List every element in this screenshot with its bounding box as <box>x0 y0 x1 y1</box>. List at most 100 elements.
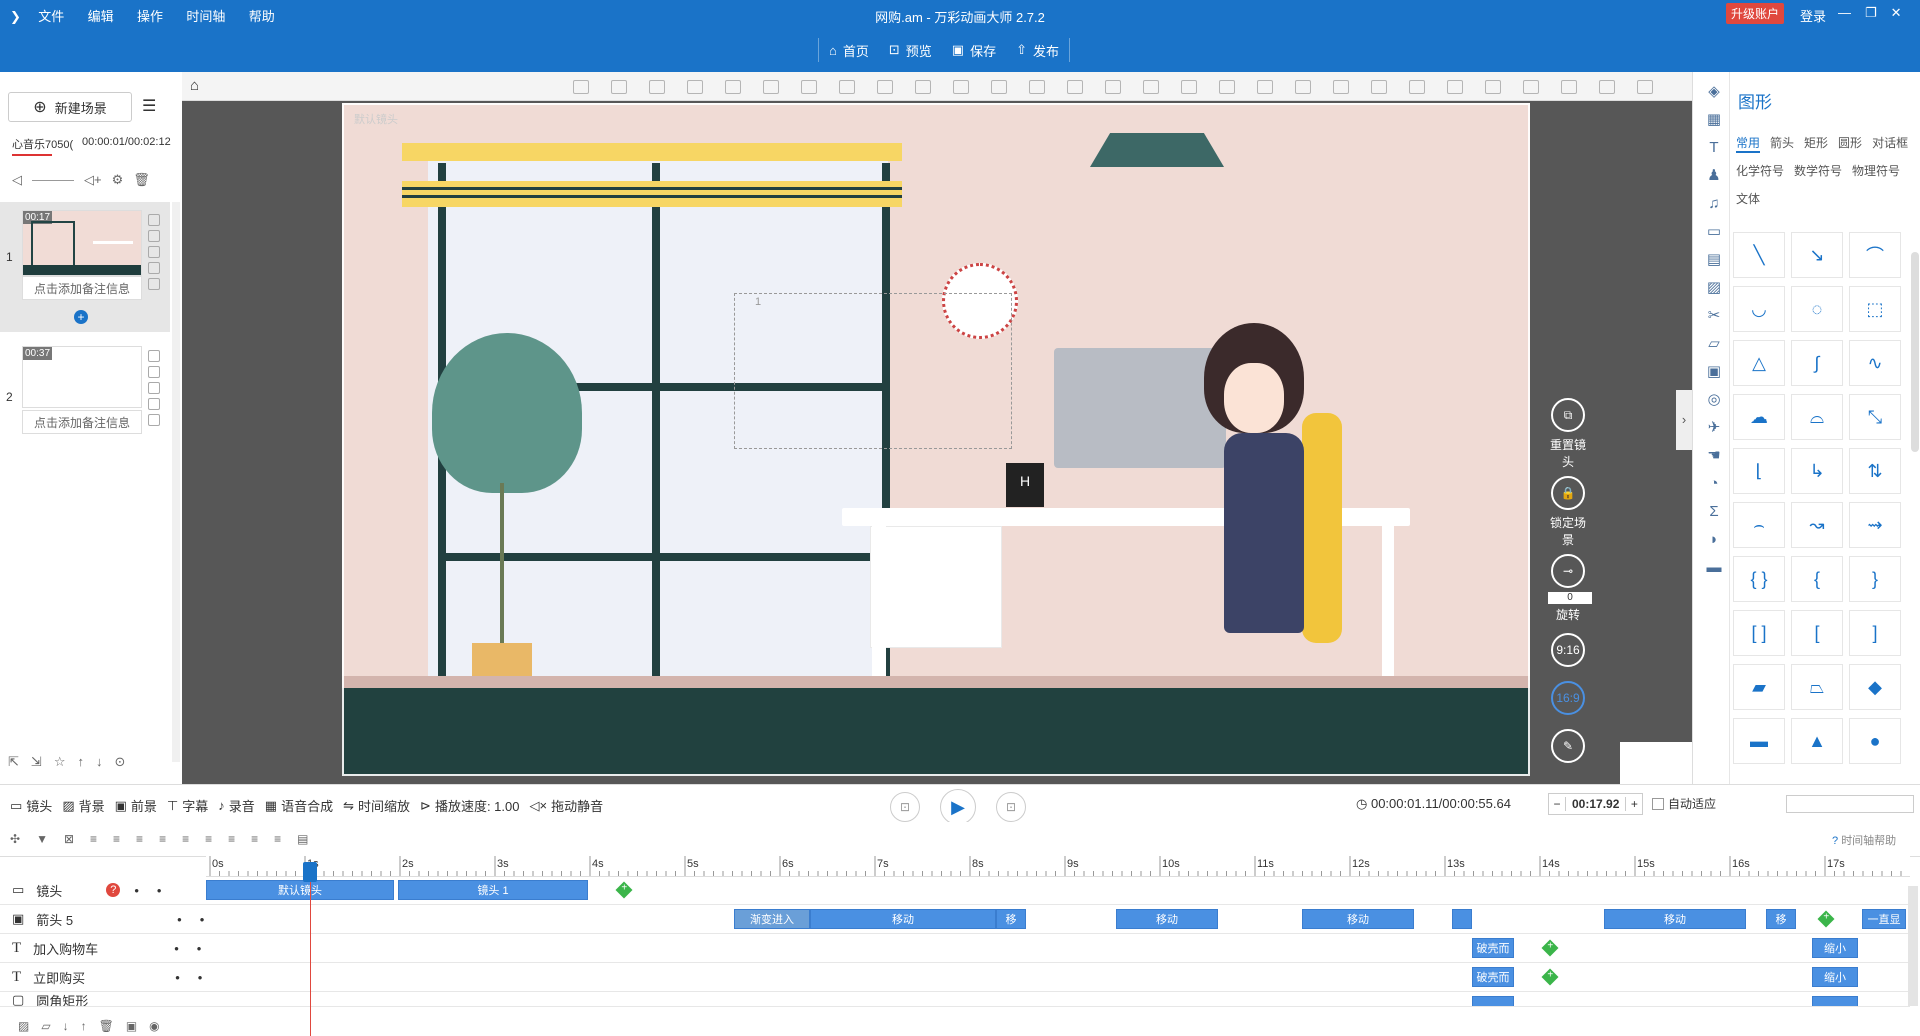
import-icon[interactable]: ⇱ <box>8 754 19 770</box>
photo-icon[interactable]: ▨ <box>1706 280 1722 296</box>
flip-icon[interactable] <box>725 80 741 94</box>
background-button[interactable]: ▨ 背景 <box>62 796 104 815</box>
folder-icon[interactable]: ▱ <box>1706 336 1722 352</box>
nudge-icon[interactable]: ≡ <box>274 832 281 846</box>
clip-move[interactable]: 移动 <box>1116 909 1218 929</box>
trash-icon[interactable] <box>877 80 893 94</box>
cut-icon[interactable]: ⊠ <box>64 832 74 846</box>
line-shape[interactable]: ╲ <box>1733 232 1785 278</box>
bracket-pair-shape[interactable]: [ ] <box>1733 610 1785 656</box>
storage-icon[interactable]: ▣ <box>1706 364 1722 380</box>
effect-icon[interactable]: ◎ <box>1706 392 1722 408</box>
drop-icon[interactable]: ◗ <box>1706 532 1722 548</box>
scene-thumbnail[interactable]: 00:17 <box>22 210 142 276</box>
star-icon[interactable]: ☆ <box>54 754 66 770</box>
volume-down-icon[interactable]: ◁ <box>12 172 22 188</box>
undo-icon[interactable] <box>1561 80 1577 94</box>
clip-move[interactable]: 移动 <box>1302 909 1414 929</box>
double-arrow-shape[interactable]: ⤡ <box>1849 394 1901 440</box>
music-icon[interactable]: ♫ <box>1706 196 1722 212</box>
minimize-icon[interactable]: — <box>1838 5 1865 20</box>
shapes-icon[interactable]: ◈ <box>1706 84 1722 100</box>
save-button[interactable]: ▣ 保存 <box>942 34 1006 66</box>
clip-blink[interactable]: 破壳而 <box>1472 967 1514 987</box>
track-scrollbar[interactable] <box>1908 886 1918 1006</box>
preview-button[interactable]: ⊡ 预览 <box>879 34 942 66</box>
duplicate-icon[interactable] <box>148 262 160 274</box>
same-width-icon[interactable] <box>1257 80 1273 94</box>
bracket-left-shape[interactable]: [ <box>1791 610 1843 656</box>
record-button[interactable]: ♪ 录音 <box>218 796 255 815</box>
folder-icon[interactable]: ▱ <box>41 1019 50 1033</box>
rotate-input[interactable]: 0 <box>1548 592 1592 604</box>
lock-icon[interactable]: ▣ <box>126 1019 137 1033</box>
trapezoid-shape[interactable]: ⏢ <box>1791 664 1843 710</box>
volume-slider[interactable] <box>32 180 74 181</box>
scene-list-icon[interactable]: ☰ <box>142 96 156 116</box>
rect-shape[interactable]: ▬ <box>1733 718 1785 764</box>
edit-icon[interactable] <box>148 382 160 394</box>
minimap[interactable] <box>1620 742 1692 784</box>
replace-icon[interactable] <box>839 80 855 94</box>
move-up-icon[interactable]: ↑ <box>81 1019 87 1033</box>
merge-icon[interactable]: ≡ <box>228 832 235 846</box>
bank-icon[interactable]: ▬ <box>1706 560 1722 576</box>
tools-icon[interactable]: ✂ <box>1706 308 1722 324</box>
add-action-icon[interactable] <box>1541 939 1559 957</box>
triangle-outline-shape[interactable]: △ <box>1733 340 1785 386</box>
settings-icon[interactable]: ⚙ <box>112 172 124 188</box>
clip-blink[interactable] <box>1472 996 1514 1006</box>
align-middle-icon[interactable] <box>1105 80 1121 94</box>
zoom-in-icon[interactable] <box>1371 80 1387 94</box>
rotate-icon[interactable] <box>763 80 779 94</box>
tab-math[interactable]: 数学符号 <box>1794 162 1842 179</box>
timeline-ruler[interactable]: 0s1s2s3s4s5s6s7s8s9s10s11s12s13s14s15s16… <box>206 856 1911 877</box>
tts-button[interactable]: ▦ 语音合成 <box>265 796 333 815</box>
zoom-slider[interactable] <box>1786 795 1914 813</box>
align-top-icon[interactable] <box>1067 80 1083 94</box>
add-scene-icon[interactable]: + <box>74 310 88 324</box>
trash-icon[interactable] <box>148 230 160 242</box>
star-icon[interactable] <box>148 414 160 426</box>
clip-blink[interactable]: 破壳而 <box>1472 938 1514 958</box>
s-curve-arrow-shape[interactable]: ↝ <box>1791 502 1843 548</box>
visibility-icon[interactable] <box>915 80 931 94</box>
ratio-9-16-button[interactable]: 9:16 <box>1551 633 1585 667</box>
s-curve-double-shape[interactable]: ⇝ <box>1849 502 1901 548</box>
eye-icon[interactable]: ◉ <box>149 1019 159 1033</box>
align-left-icon[interactable] <box>953 80 969 94</box>
elbow-shape[interactable]: ⌊ <box>1733 448 1785 494</box>
sigma-icon[interactable]: Σ <box>1706 504 1722 520</box>
layer-up-icon[interactable] <box>649 80 665 94</box>
triangle-shape[interactable]: ▲ <box>1791 718 1843 764</box>
rotate-icon[interactable]: ⊸ <box>1551 554 1585 588</box>
next-frame-icon[interactable]: ⊡ <box>996 792 1026 822</box>
time-scale-button[interactable]: ⇋ 时间缩放 <box>343 796 410 815</box>
align-right-icon[interactable]: ≡ <box>136 832 143 846</box>
duplicate-icon[interactable] <box>148 398 160 410</box>
camera-frame[interactable]: 1 <box>734 293 1012 449</box>
copy-icon[interactable] <box>148 214 160 226</box>
circle-shape[interactable]: ● <box>1849 718 1901 764</box>
group-icon[interactable] <box>573 80 589 94</box>
clip-shrink[interactable] <box>1812 996 1858 1006</box>
paste-icon[interactable] <box>1523 80 1539 94</box>
align-center-icon[interactable] <box>991 80 1007 94</box>
timeline-help-link[interactable]: ? 时间轴帮助 <box>1832 832 1896 848</box>
clip-shrink[interactable]: 缩小 <box>1812 967 1858 987</box>
brace-pair-shape[interactable]: { } <box>1733 556 1785 602</box>
elbow-arrow-shape[interactable]: ↳ <box>1791 448 1843 494</box>
image-icon[interactable]: ▦ <box>1706 112 1722 128</box>
tab-rect[interactable]: 矩形 <box>1804 134 1828 153</box>
tab-sports[interactable]: 文体 <box>1736 190 1760 207</box>
prev-frame-icon[interactable]: ⊡ <box>890 792 920 822</box>
clip-shrink[interactable]: 缩小 <box>1812 938 1858 958</box>
more-icon[interactable]: ⊙ <box>114 754 125 770</box>
clip-marker[interactable] <box>1452 909 1472 929</box>
add-action-icon[interactable] <box>1817 910 1835 928</box>
scene-note[interactable]: 点击添加备注信息 <box>22 276 142 300</box>
bracket-right-shape[interactable]: ] <box>1849 610 1901 656</box>
login-link[interactable]: 登录 <box>1800 6 1826 25</box>
cloud-outline-shape[interactable]: ⌓ <box>1791 394 1843 440</box>
shapes-scrollbar[interactable] <box>1911 252 1919 452</box>
